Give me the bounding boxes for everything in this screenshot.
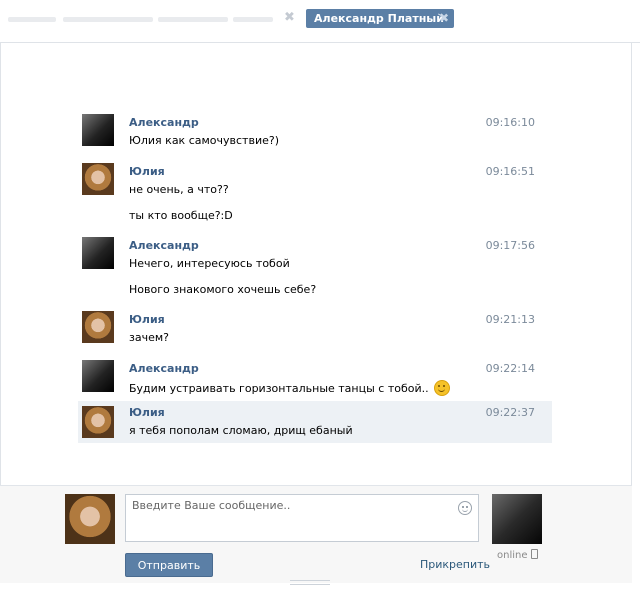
- sender-name[interactable]: Юлия: [129, 313, 165, 326]
- timestamp: 09:22:37: [485, 406, 535, 419]
- timestamp: 09:16:10: [485, 116, 535, 129]
- avatar[interactable]: [82, 114, 114, 146]
- avatar[interactable]: [82, 237, 114, 269]
- message-input[interactable]: [126, 495, 458, 545]
- message-text-content: Будим устраивать горизонтальные танцы с …: [129, 382, 429, 395]
- avatar[interactable]: [82, 360, 114, 392]
- message-text: Юлия как самочувствие?): [129, 134, 279, 147]
- message-text: я тебя пополам сломаю, дрищ ебаный: [129, 424, 353, 437]
- peer-avatar[interactable]: [492, 494, 542, 544]
- resize-handle[interactable]: [290, 580, 330, 585]
- sender-name[interactable]: Александр: [129, 116, 199, 129]
- message: Александр 09:22:14 Будим устраивать гори…: [78, 352, 552, 401]
- emoji-icon[interactable]: [458, 501, 472, 515]
- message: Юлия 09:21:13 зачем?: [78, 304, 552, 352]
- sender-name[interactable]: Юлия: [129, 165, 165, 178]
- tab-active[interactable]: Александр Платный ✖: [306, 9, 454, 28]
- dialog-tabs: ✖ Александр Платный ✖: [0, 0, 640, 43]
- message-text: не очень, а что??: [129, 183, 229, 196]
- mobile-phone-icon: [530, 549, 538, 559]
- smile-icon: [433, 380, 450, 396]
- avatar[interactable]: [82, 163, 114, 195]
- message: Александр 09:17:56 Нечего, интересуюсь т…: [78, 229, 552, 304]
- close-tab-icon[interactable]: ✖: [439, 9, 449, 28]
- sender-name[interactable]: Юлия: [129, 406, 165, 419]
- message-composer: Отправить Прикрепить online: [0, 485, 632, 585]
- timestamp: 09:21:13: [485, 313, 535, 326]
- attach-link[interactable]: Прикрепить: [420, 558, 490, 571]
- message-text: Будим устраивать горизонтальные танцы с …: [129, 380, 450, 396]
- message-list: Александр 09:16:10 Юлия как самочувствие…: [78, 107, 552, 443]
- message-text: Нечего, интересуюсь тобой: [129, 257, 290, 270]
- close-tab-icon[interactable]: ✖: [284, 10, 295, 25]
- peer-status-text: online: [497, 550, 528, 561]
- send-button[interactable]: Отправить: [125, 553, 213, 577]
- message-text: Нового знакомого хочешь себе?: [129, 283, 317, 296]
- avatar[interactable]: [82, 406, 114, 438]
- timestamp: 09:16:51: [485, 165, 535, 178]
- message: Юлия 09:22:37 я тебя пополам сломаю, дри…: [78, 401, 552, 443]
- sender-name[interactable]: Александр: [129, 239, 199, 252]
- tab-active-label: Александр Платный: [314, 12, 444, 25]
- sender-name[interactable]: Александр: [129, 362, 199, 375]
- message: Юлия 09:16:51 не очень, а что?? ты кто в…: [78, 155, 552, 229]
- timestamp: 09:22:14: [485, 362, 535, 375]
- timestamp: 09:17:56: [485, 239, 535, 252]
- tab-obscured[interactable]: [8, 11, 278, 29]
- my-avatar[interactable]: [65, 494, 115, 544]
- message-input-box[interactable]: [125, 494, 479, 545]
- message-text: зачем?: [129, 331, 169, 344]
- message-text: ты кто вообще?:D: [129, 209, 233, 222]
- message: Александр 09:16:10 Юлия как самочувствие…: [78, 107, 552, 155]
- avatar[interactable]: [82, 311, 114, 343]
- peer-status: online: [497, 549, 538, 561]
